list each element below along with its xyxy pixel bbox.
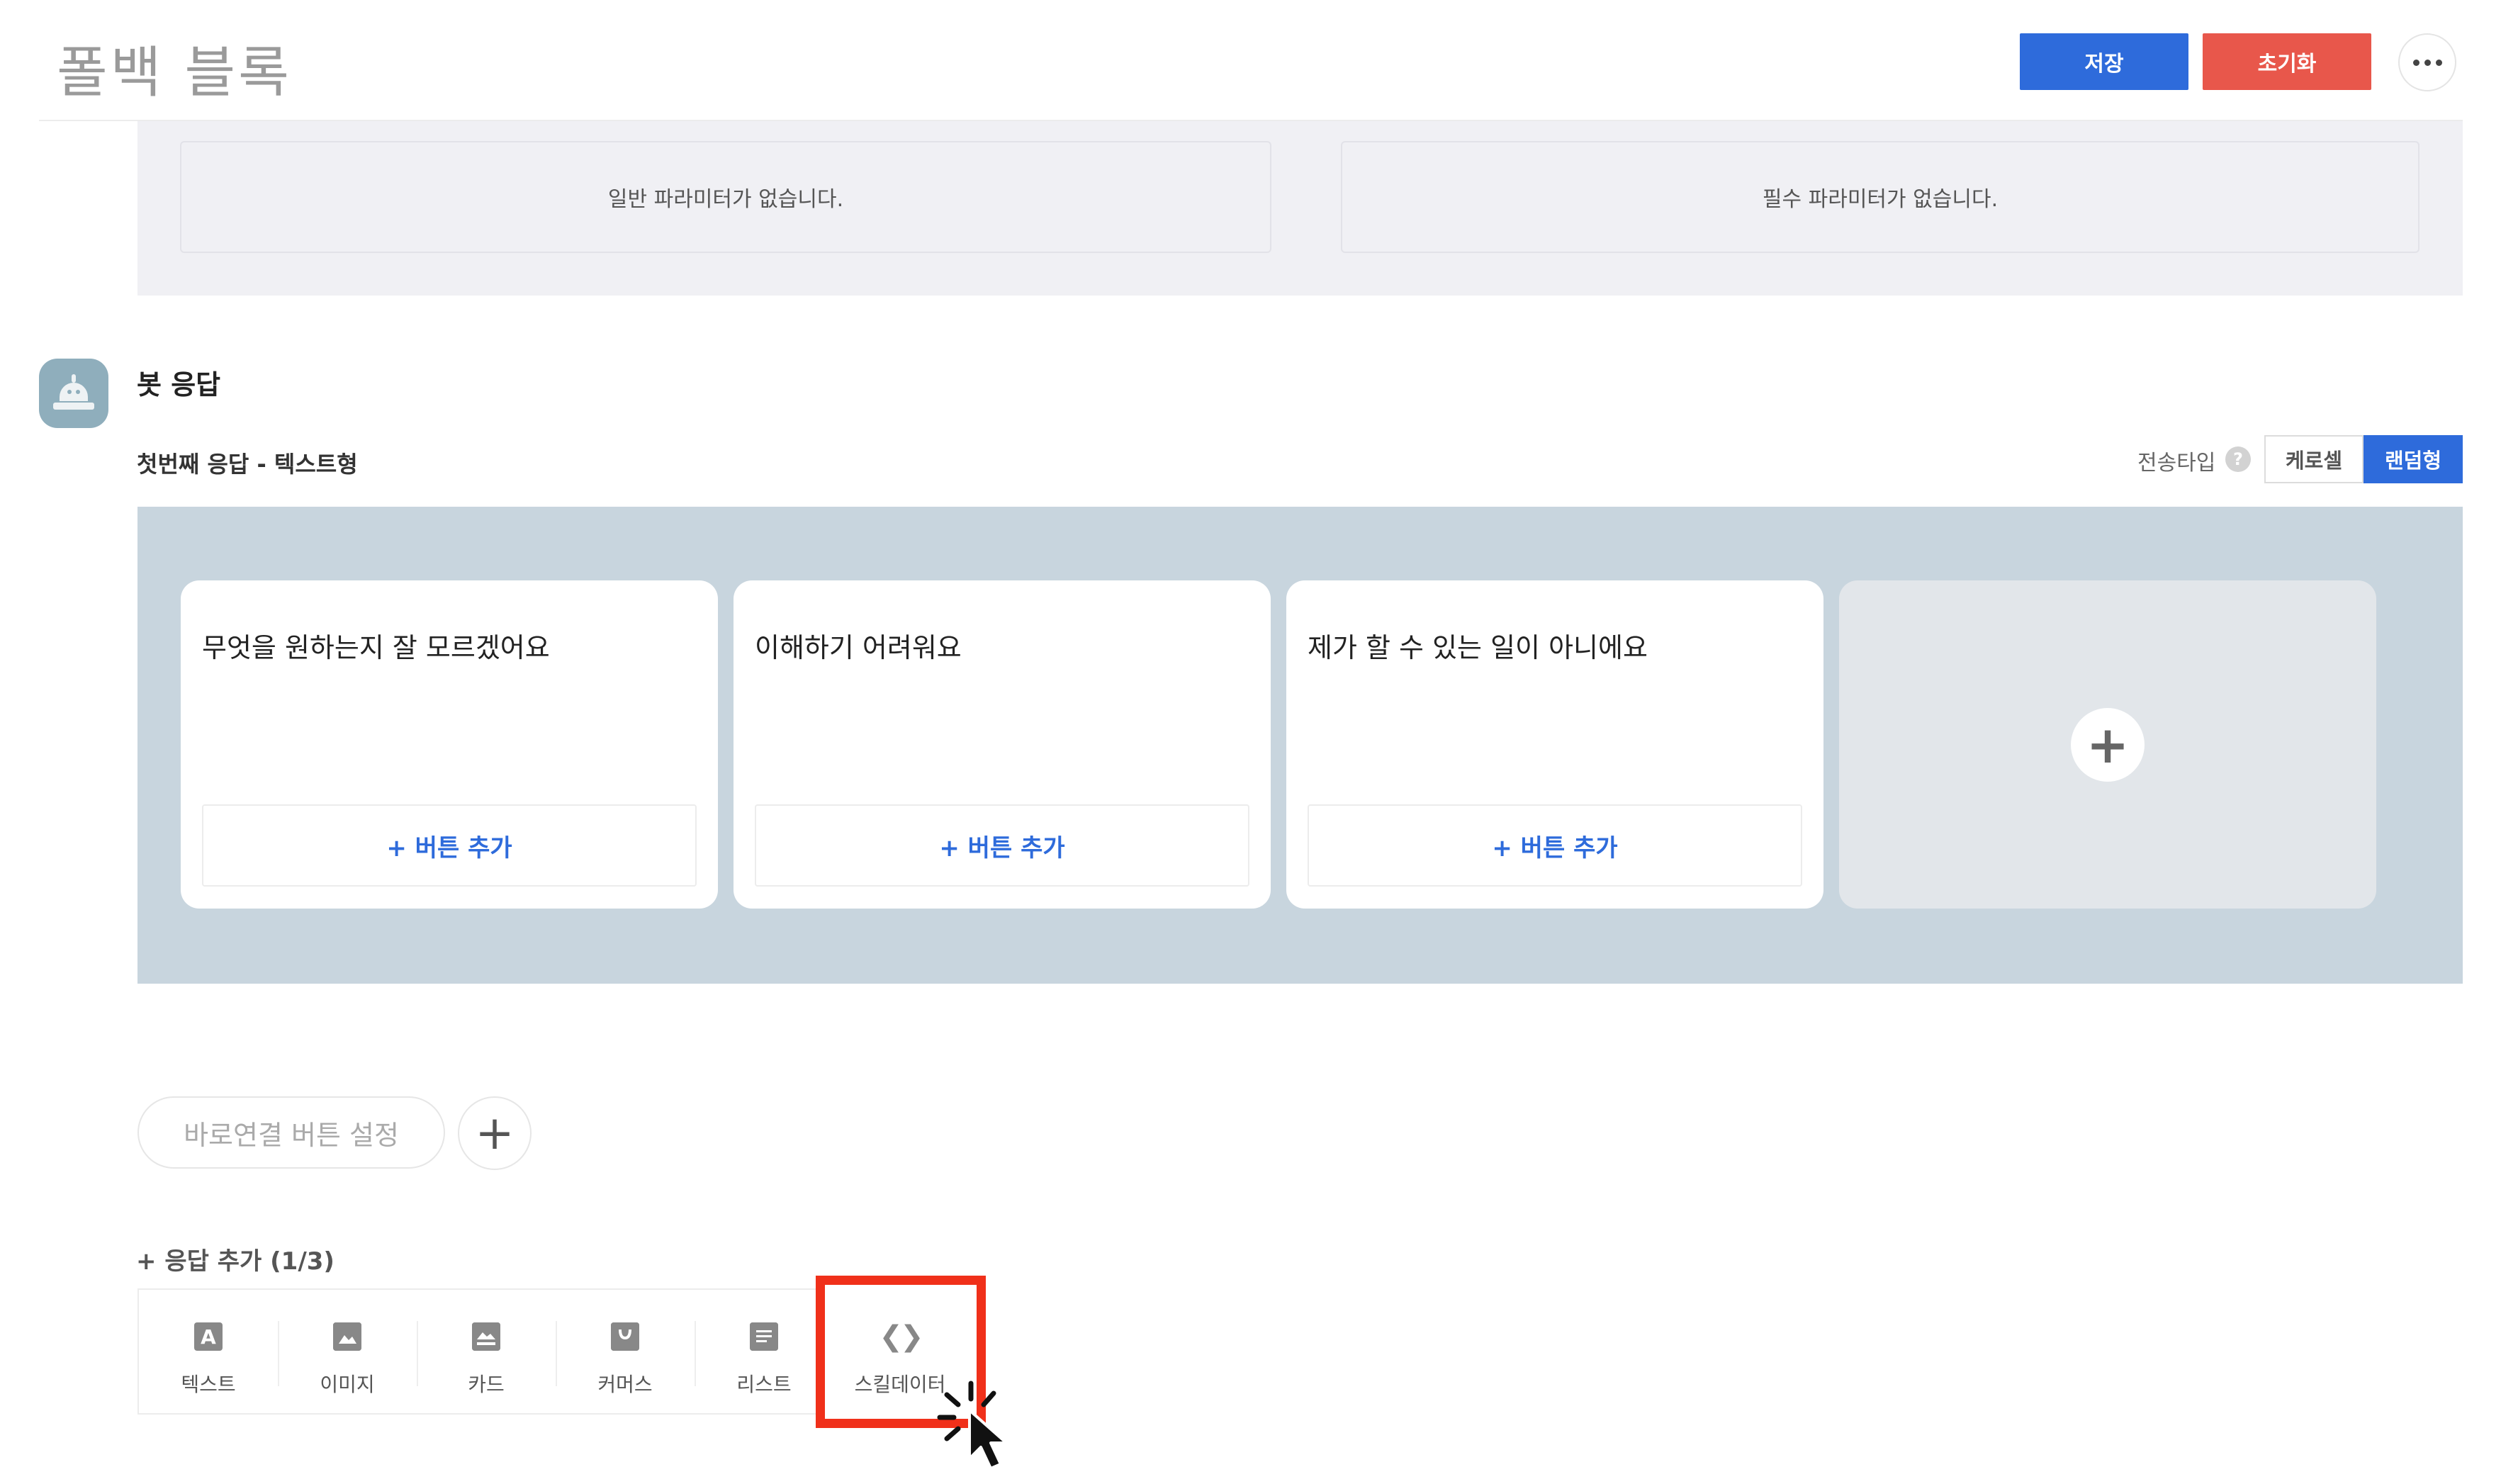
type-list[interactable]: 리스트 xyxy=(695,1290,833,1415)
add-quick-reply-button[interactable]: + xyxy=(458,1096,532,1170)
response-card[interactable]: 제가 할 수 있는 일이 아니에요 + 버튼 추가 xyxy=(1286,580,1823,909)
type-label: 카드 xyxy=(468,1373,505,1396)
add-button-button[interactable]: + 버튼 추가 xyxy=(755,804,1249,887)
list-icon xyxy=(750,1322,778,1351)
general-parameters-empty: 일반 파라미터가 없습니다. xyxy=(180,141,1271,253)
card-icon xyxy=(472,1322,500,1351)
click-cursor-icon xyxy=(937,1381,1008,1470)
card-text[interactable]: 이해하기 어려워요 xyxy=(755,626,962,665)
response-subtitle: 첫번째 응답 - 텍스트형 xyxy=(137,451,358,478)
response-card[interactable]: 무엇을 원하는지 잘 모르겠어요 + 버튼 추가 xyxy=(181,580,718,909)
parameter-panel: 일반 파라미터가 없습니다. 필수 파라미터가 없습니다. xyxy=(137,121,2463,296)
plus-icon: + xyxy=(2071,708,2145,782)
type-image[interactable]: 이미지 xyxy=(278,1290,417,1415)
toggle-carousel[interactable]: 케로셀 xyxy=(2264,435,2364,483)
bot-response-title: 봇 응답 xyxy=(137,369,221,400)
quick-reply-settings-button[interactable]: 바로연결 버튼 설정 xyxy=(137,1096,445,1169)
response-card[interactable]: 이해하기 어려워요 + 버튼 추가 xyxy=(734,580,1271,909)
add-button-button[interactable]: + 버튼 추가 xyxy=(202,804,697,887)
save-button[interactable]: 저장 xyxy=(2020,33,2188,90)
help-icon[interactable]: ? xyxy=(2225,446,2251,472)
required-parameters-empty: 필수 파라미터가 없습니다. xyxy=(1341,141,2419,253)
image-icon xyxy=(333,1322,361,1351)
bot-avatar-icon xyxy=(39,359,108,428)
card-area: 무엇을 원하는지 잘 모르겠어요 + 버튼 추가 이해하기 어려워요 + 버튼 … xyxy=(137,507,2463,984)
more-options-button[interactable] xyxy=(2398,33,2456,91)
type-text[interactable]: A 텍스트 xyxy=(139,1290,278,1415)
page-title: 폴백 블록 xyxy=(57,41,292,105)
type-card[interactable]: 카드 xyxy=(417,1290,556,1415)
add-card-button[interactable]: + xyxy=(1839,580,2376,909)
send-type-label: 전송타입 xyxy=(2137,451,2216,476)
card-text[interactable]: 제가 할 수 있는 일이 아니에요 xyxy=(1308,626,1648,665)
type-commerce[interactable]: 커머스 xyxy=(556,1290,695,1415)
text-icon: A xyxy=(194,1322,223,1351)
response-type-bar: A 텍스트 이미지 카드 커머스 리스트 xyxy=(137,1288,824,1415)
more-dot-icon xyxy=(2412,59,2419,66)
toggle-random[interactable]: 랜덤형 xyxy=(2364,435,2463,483)
add-response-label: + 응답 추가 (1/3) xyxy=(136,1247,335,1276)
more-dot-icon xyxy=(2424,59,2431,66)
card-text[interactable]: 무엇을 원하는지 잘 모르겠어요 xyxy=(202,626,550,665)
type-label: 리스트 xyxy=(736,1373,792,1396)
more-dot-icon xyxy=(2435,59,2442,66)
type-label: 텍스트 xyxy=(181,1373,236,1396)
commerce-icon xyxy=(611,1322,639,1351)
type-label: 커머스 xyxy=(597,1373,653,1396)
type-label: 이미지 xyxy=(320,1373,375,1396)
add-button-button[interactable]: + 버튼 추가 xyxy=(1308,804,1802,887)
reset-button[interactable]: 초기화 xyxy=(2203,33,2371,90)
